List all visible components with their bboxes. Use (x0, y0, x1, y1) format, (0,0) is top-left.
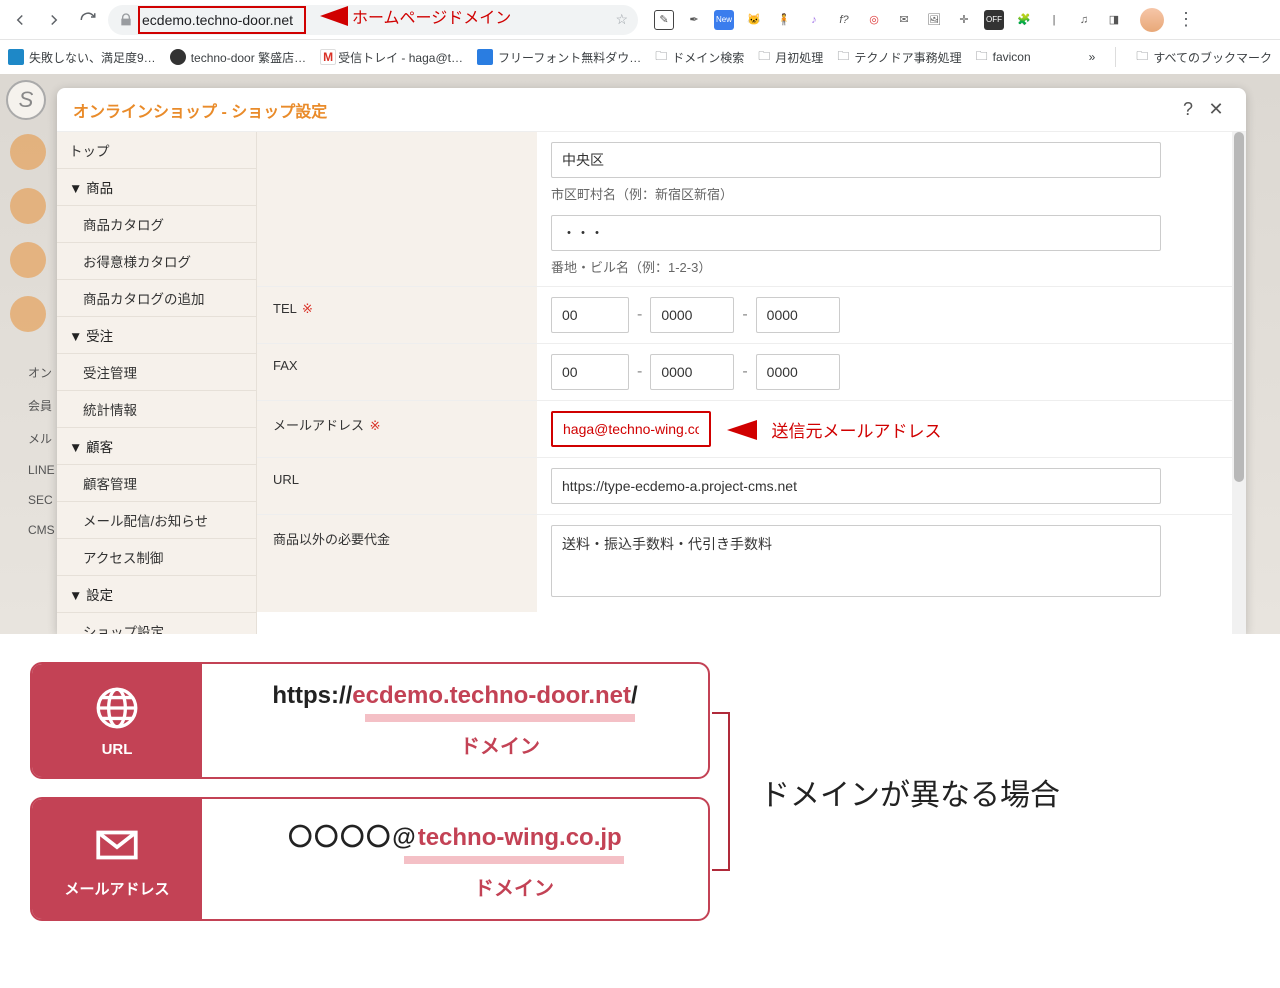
email-input[interactable] (551, 411, 711, 447)
diagram-url-card: URL https://ecdemo.techno-door.net/ ドメイン (30, 662, 710, 779)
sidebar-item[interactable]: ▼ 商品 (57, 169, 256, 206)
bookmarks-bar: 失敗しない、満足度9… techno-door 繁盛店… M受信トレイ - ha… (0, 40, 1280, 74)
bookmark-item[interactable]: 🗀テクノドア事務処理 (837, 47, 961, 68)
sidebar-item[interactable]: 受注管理 (57, 354, 256, 391)
ext-icon[interactable]: f? (834, 10, 854, 30)
profile-avatar[interactable] (1140, 8, 1164, 32)
diagram-mail-card: メールアドレス 〇〇〇〇@techno-wing.co.jp ドメイン (30, 797, 710, 921)
fax-2-input[interactable] (650, 354, 734, 390)
bookmark-item[interactable]: フリーフォント無料ダウ… (477, 49, 641, 66)
diagram: URL https://ecdemo.techno-door.net/ ドメイン… (0, 634, 1280, 951)
page-backdrop: S オン会員メル LINESECCMS オンラインショップ - ショップ設定 ?… (0, 74, 1280, 634)
address-bar[interactable]: ecdemo.techno-door.net ☆ (108, 5, 638, 35)
modal-shop-settings: オンラインショップ - ショップ設定 ? ✕ トップ▼ 商品商品カタログお得意様… (57, 88, 1246, 634)
bg-left-labels: オン会員メル LINESECCMS (28, 364, 55, 537)
mail-card-title: メールアドレス (64, 878, 169, 899)
bookmark-item[interactable]: M受信トレイ - haga@t… (320, 49, 463, 66)
city-input[interactable] (551, 142, 1161, 178)
sidebar-item[interactable]: トップ (57, 132, 256, 169)
sidebar-item[interactable]: ▼ 顧客 (57, 428, 256, 465)
scrollbar[interactable] (1232, 132, 1246, 634)
sidebar-item[interactable]: お得意様カタログ (57, 243, 256, 280)
close-button[interactable]: ✕ (1202, 96, 1230, 124)
modal-title: オンラインショップ - ショップ設定 (73, 98, 327, 122)
url-label: URL (257, 458, 537, 514)
bookmark-item[interactable]: 🗀ドメイン検索 (655, 47, 744, 68)
email-domain: techno-wing.co.jp (418, 824, 622, 851)
chrome-menu-icon[interactable]: ⋮ (1174, 9, 1198, 30)
bookmark-item[interactable]: 🗀favicon (976, 47, 1031, 68)
tel-3-input[interactable] (756, 297, 840, 333)
diagram-bracket (712, 712, 730, 871)
reload-button[interactable] (74, 6, 102, 34)
ext-icon[interactable]: ✛ (954, 10, 974, 30)
site-info-icon (118, 12, 134, 28)
bookmarks-overflow[interactable]: » (1089, 50, 1096, 64)
ext-icon[interactable]: ◎ (864, 10, 884, 30)
ext-icon[interactable]: 🐱 (744, 10, 764, 30)
bookmark-star-icon[interactable]: ☆ (615, 11, 628, 28)
city-hint: 市区町村名（例：新宿区新宿） (551, 184, 1218, 203)
domain-label: ドメイン (474, 872, 554, 901)
mail-icon (92, 820, 142, 870)
fax-label: FAX (257, 344, 537, 400)
ext-icon[interactable]: | (1044, 10, 1064, 30)
extensions-area: ✎ ✒ New 🐱 🧍 ♪ f? ◎ ✉ 🖼 ✛ OFF 🧩 | ♫ ◨ ⋮ (654, 8, 1198, 32)
annotation-email-label: 送信元メールアドレス (727, 417, 941, 442)
back-button[interactable] (6, 6, 34, 34)
sidebar-item[interactable]: 統計情報 (57, 391, 256, 428)
sidebar-item[interactable]: メール配信/お知らせ (57, 502, 256, 539)
sidepanel-icon[interactable]: ◨ (1104, 10, 1124, 30)
browser-toolbar: ecdemo.techno-door.net ☆ ホームページドメイン ✎ ✒ … (0, 0, 1280, 40)
ext-icon[interactable]: ♫ (1074, 10, 1094, 30)
address-hint: 番地・ビル名（例：1-2-3） (551, 257, 1218, 276)
sidebar-item[interactable]: アクセス制御 (57, 539, 256, 576)
bookmark-item[interactable]: 失敗しない、満足度9… (8, 49, 156, 66)
other-fee-label: 商品以外の必要代金 (257, 515, 537, 612)
sidebar-item[interactable]: ショップ設定 (57, 613, 256, 634)
ext-icon[interactable]: New (714, 10, 734, 30)
globe-icon (92, 683, 142, 733)
diagram-headline: ドメインが異なる場合 (760, 770, 1060, 814)
other-fee-input[interactable] (551, 525, 1161, 597)
sidebar-item[interactable]: 商品カタログ (57, 206, 256, 243)
address-url: ecdemo.techno-door.net (142, 12, 615, 28)
tel-label: TEL (273, 301, 296, 316)
ext-icon[interactable]: ✎ (654, 10, 674, 30)
ext-icon[interactable]: ✒ (684, 10, 704, 30)
tel-2-input[interactable] (650, 297, 734, 333)
sidebar-item[interactable]: 商品カタログの追加 (57, 280, 256, 317)
ext-icon[interactable]: ♪ (804, 10, 824, 30)
sidebar-item[interactable]: 顧客管理 (57, 465, 256, 502)
bookmark-item[interactable]: techno-door 繁盛店… (170, 49, 306, 66)
ext-icon[interactable]: 🖼 (924, 10, 944, 30)
all-bookmarks[interactable]: 🗀すべてのブックマーク (1136, 47, 1272, 68)
email-local: 〇〇〇〇@ (288, 824, 417, 851)
url-input[interactable] (551, 468, 1161, 504)
bookmark-item[interactable]: 🗀月初処理 (758, 47, 823, 68)
url-domain: ecdemo.techno-door.net/ (352, 682, 637, 709)
fax-1-input[interactable] (551, 354, 629, 390)
tel-1-input[interactable] (551, 297, 629, 333)
sidebar-item[interactable]: ▼ 設定 (57, 576, 256, 613)
url-card-title: URL (102, 741, 133, 758)
modal-header: オンラインショップ - ショップ設定 ? ✕ (57, 88, 1246, 132)
fax-3-input[interactable] (756, 354, 840, 390)
url-protocol: https:// (272, 682, 352, 709)
forward-button[interactable] (40, 6, 68, 34)
extensions-menu-icon[interactable]: 🧩 (1014, 10, 1034, 30)
ext-icon[interactable]: ✉ (894, 10, 914, 30)
email-label: メールアドレス (273, 418, 364, 433)
help-button[interactable]: ? (1174, 96, 1202, 124)
form-area: 市区町村名（例：新宿区新宿） 番地・ビル名（例：1-2-3） TEL ※ - (257, 132, 1246, 634)
ext-icon[interactable]: OFF (984, 10, 1004, 30)
domain-label: ドメイン (460, 730, 540, 759)
sidebar-item[interactable]: ▼ 受注 (57, 317, 256, 354)
modal-sidebar: トップ▼ 商品商品カタログお得意様カタログ商品カタログの追加▼ 受注受注管理統計… (57, 132, 257, 634)
ext-icon[interactable]: 🧍 (774, 10, 794, 30)
address-input[interactable] (551, 215, 1161, 251)
bg-left-tools (0, 104, 55, 332)
